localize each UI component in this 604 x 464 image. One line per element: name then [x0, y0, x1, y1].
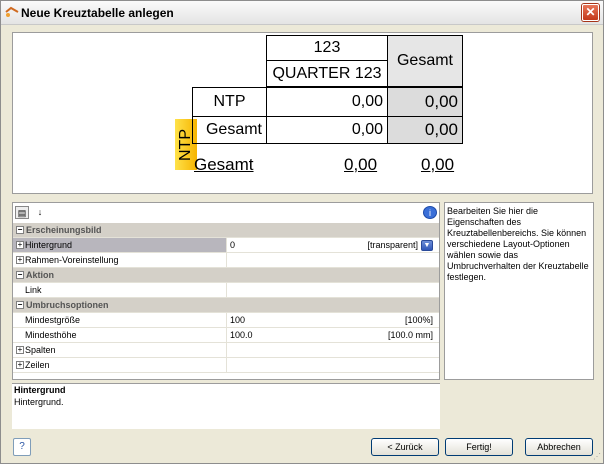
title-bar: Neue Kreuztabelle anlegen ✕: [1, 1, 603, 25]
property-description: Hintergrund Hintergrund.: [12, 383, 440, 429]
property-row[interactable]: Mindestgröße 100 [100%]: [13, 313, 439, 328]
close-button[interactable]: ✕: [582, 4, 599, 21]
property-row[interactable]: Mindesthöhe 100.0 [100.0 mm]: [13, 328, 439, 343]
sort-az-icon[interactable]: ↓: [33, 206, 47, 219]
property-label: Mindestgröße: [25, 315, 81, 325]
property-row[interactable]: + Hintergrund 0 [transparent] ▼: [13, 238, 439, 253]
property-value-text: 0: [230, 240, 236, 250]
cancel-button[interactable]: Abbrechen: [525, 438, 593, 456]
finish-button[interactable]: Fertig!: [445, 438, 513, 456]
property-name: Link: [13, 283, 227, 297]
crosstab-wizard-icon: [5, 6, 19, 17]
property-value[interactable]: [228, 283, 439, 297]
collapse-icon[interactable]: −: [16, 226, 24, 234]
property-grid: ▤ ↓ i − Erscheinungsbild + Hintergrund 0 [tra…: [12, 202, 440, 380]
crosstab-preview: 123 QUARTER 123 Gesamt NTP NTP 0,00 0,00…: [12, 32, 593, 194]
row-value-gesamt: 0,00: [266, 116, 388, 144]
property-row[interactable]: + Rahmen-Voreinstellung: [13, 253, 439, 268]
property-toolbar: ▤ ↓ i: [13, 203, 439, 223]
property-name: + Rahmen-Voreinstellung: [13, 253, 227, 267]
property-category[interactable]: − Umbruchsoptionen: [13, 298, 439, 313]
categorized-icon[interactable]: ▤: [15, 206, 29, 219]
row-label-gesamt: Gesamt: [192, 116, 267, 144]
property-label: Mindesthöhe: [25, 330, 77, 340]
row-value-ntp: 0,00: [266, 87, 388, 117]
expand-icon[interactable]: +: [16, 346, 24, 354]
property-value[interactable]: 0 [transparent] ▼: [228, 238, 439, 252]
dialog-window: Neue Kreuztabelle anlegen ✕ 123 QUARTER …: [0, 0, 604, 464]
footer-label: Gesamt: [194, 155, 254, 174]
property-value[interactable]: [228, 253, 439, 267]
property-value[interactable]: 100.0 [100.0 mm]: [228, 328, 439, 342]
property-row[interactable]: Link: [13, 283, 439, 298]
col-header-sub: QUARTER 123: [266, 60, 388, 87]
help-button[interactable]: ?: [13, 438, 31, 456]
property-label: Spalten: [25, 345, 56, 355]
category-label: Erscheinungsbild: [26, 225, 102, 235]
resize-grip-icon[interactable]: ⋰: [593, 452, 601, 461]
expand-icon[interactable]: +: [16, 361, 24, 369]
property-rows: − Erscheinungsbild + Hintergrund 0 [transpare…: [13, 223, 439, 373]
row-total-gesamt: 0,00: [387, 116, 463, 144]
property-row[interactable]: + Spalten: [13, 343, 439, 358]
property-value-detail-text: [transparent]: [367, 240, 418, 250]
property-value-text: 100.0: [230, 330, 253, 340]
description-title: Hintergrund: [14, 385, 66, 395]
property-label: Hintergrund: [25, 240, 73, 250]
property-name: + Spalten: [13, 343, 227, 357]
property-value[interactable]: [228, 343, 439, 357]
property-category[interactable]: − Erscheinungsbild: [13, 223, 439, 238]
property-label: Zeilen: [25, 360, 50, 370]
expand-icon[interactable]: +: [16, 241, 24, 249]
info-icon[interactable]: i: [423, 206, 437, 219]
category-label: Umbruchsoptionen: [26, 300, 109, 310]
property-value-detail: [100%]: [405, 313, 433, 327]
property-category[interactable]: − Aktion: [13, 268, 439, 283]
footer-value: 0,00: [344, 155, 378, 174]
window-title: Neue Kreuztabelle anlegen: [21, 6, 174, 20]
property-value-text: 100: [230, 315, 246, 325]
expand-icon[interactable]: +: [16, 256, 24, 264]
property-row[interactable]: + Zeilen: [13, 358, 439, 373]
footer-total: 0,00: [421, 155, 455, 174]
description-text: Hintergrund.: [14, 397, 64, 407]
property-label: Rahmen-Voreinstellung: [25, 255, 119, 265]
property-value-detail: [transparent] ▼: [367, 238, 433, 252]
dropdown-arrow-icon[interactable]: ▼: [421, 240, 433, 252]
collapse-icon[interactable]: −: [16, 301, 24, 309]
property-value[interactable]: 100 [100%]: [228, 313, 439, 327]
property-name: + Zeilen: [13, 358, 227, 372]
property-label: Link: [25, 285, 42, 295]
category-label: Aktion: [26, 270, 54, 280]
property-value-detail: [100.0 mm]: [388, 328, 433, 342]
row-label-ntp: NTP: [192, 87, 267, 117]
col-header-top: 123: [266, 35, 388, 60]
property-value[interactable]: [228, 358, 439, 372]
property-value-detail-text: [100.0 mm]: [387, 330, 433, 340]
property-name: + Hintergrund: [13, 238, 227, 252]
property-value-detail-text: [100%]: [404, 315, 433, 325]
total-col-header: Gesamt: [387, 35, 463, 87]
property-name: Mindesthöhe: [13, 328, 227, 342]
help-text: Bearbeiten Sie hier die Eigenschaften de…: [444, 202, 594, 380]
row-total-ntp: 0,00: [387, 87, 463, 117]
collapse-icon[interactable]: −: [16, 271, 24, 279]
back-button[interactable]: < Zurück: [371, 438, 439, 456]
property-name: Mindestgröße: [13, 313, 227, 327]
